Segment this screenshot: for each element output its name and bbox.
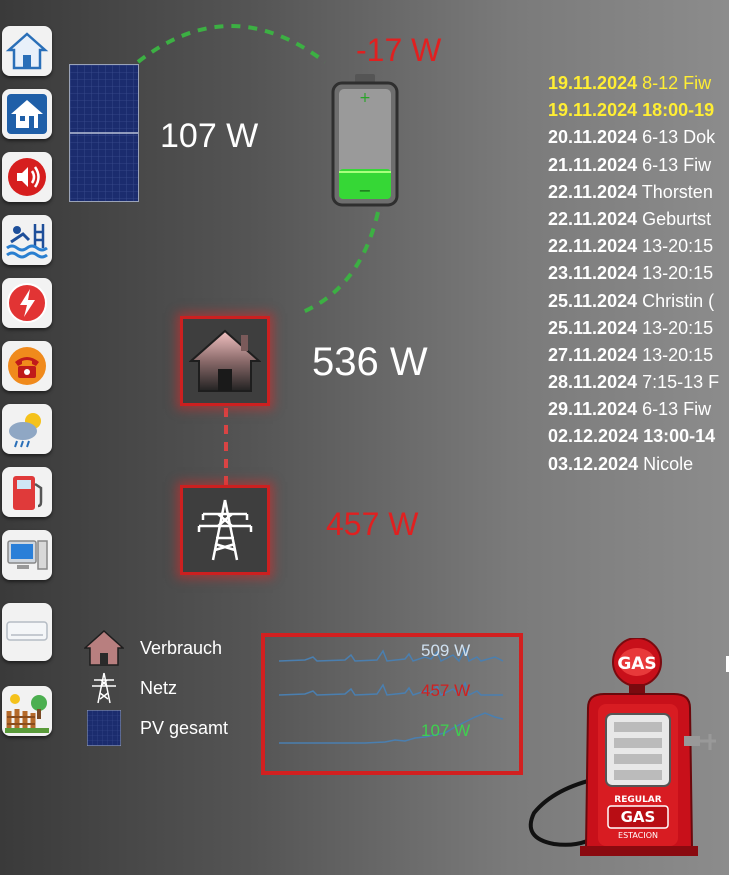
solar-panel [69, 64, 139, 202]
pv-spark-value: 107 W [421, 721, 471, 740]
pylon-small-icon [92, 672, 116, 704]
event-row: 25.11.2024 Christin ( [548, 288, 729, 315]
event-row: 22.11.2024 Thorsten [548, 179, 729, 206]
event-date: 29.11.2024 [548, 399, 638, 420]
legend-grid-label: Netz [140, 677, 178, 698]
legend-pv-label: PV gesamt [140, 717, 229, 738]
pylon-icon [197, 499, 253, 561]
battery: + − [330, 74, 400, 208]
event-row: 19.11.2024 8-12 Fiw [548, 70, 729, 97]
gas-pump: GAS REGULAR GAS ESTACION [524, 637, 724, 870]
event-row: 22.11.2024 13-20:15 [548, 233, 729, 260]
event-text: 8-12 Fiw [642, 73, 712, 93]
event-row: 20.11.2024 6-13 Dok [548, 124, 729, 151]
event-row: 21.11.2024 6-13 Fiw [548, 152, 729, 179]
house-power-value: 536 W [312, 340, 428, 384]
gas-sign-text: GAS [617, 654, 656, 674]
event-text: 18:00-19 [642, 100, 715, 121]
event-date: 19.11.2024 [548, 100, 638, 121]
event-text: 13-20:15 [642, 263, 714, 284]
event-row: 19.11.2024 18:00-19 [548, 97, 729, 124]
grid-spark-value: 457 W [421, 681, 471, 700]
gas-station-text: ESTACION [618, 831, 658, 840]
event-date: 27.11.2024 [548, 344, 638, 365]
sparkline-chart [278, 647, 504, 744]
event-date: 21.11.2024 [548, 154, 638, 175]
event-text: 6-13 Fiw [642, 154, 712, 175]
house-small-icon [84, 629, 124, 666]
event-row: 23.11.2024 13-20:15 [548, 260, 729, 287]
event-text: 7:15-13 F [642, 372, 720, 393]
legend-grid: Netz [84, 669, 177, 707]
event-date: 28.11.2024 [548, 372, 638, 393]
pv-battery-flow [136, 24, 327, 64]
legend-consumption: Verbrauch [84, 629, 222, 667]
event-date: 25.11.2024 [548, 290, 638, 311]
event-row: 29.11.2024 6-13 Fiw [548, 396, 729, 423]
svg-text:−: − [358, 181, 371, 200]
event-row: 03.12.2024 Nicole [548, 451, 729, 478]
event-row: 25.11.2024 13-20:15 [548, 315, 729, 342]
event-date: 25.11.2024 [548, 317, 638, 338]
event-date: 22.11.2024 [548, 181, 638, 202]
event-text: 6-13 Dok [642, 127, 716, 148]
event-date: 03.12.2024 [548, 453, 639, 474]
gas-label-text: GAS [621, 808, 656, 826]
event-text: Nicole [643, 453, 694, 474]
event-list: 19.11.2024 8-12 Fiw 19.11.2024 18:00-19 20… [548, 70, 729, 478]
battery-power-value: -17 W [356, 32, 442, 68]
event-date: 02.12.2024 [548, 426, 639, 447]
house-node[interactable] [180, 316, 270, 406]
event-text: Christin ( [642, 290, 715, 311]
consumption-spark-value: 509 W [421, 641, 471, 660]
event-row: 27.11.2024 13-20:15 [548, 342, 729, 369]
event-row: 22.11.2024 Geburtst [548, 206, 729, 233]
battery-icon: + − [331, 74, 399, 207]
solar-small-icon [87, 710, 121, 746]
event-text: 13-20:15 [642, 317, 714, 338]
event-text: 13-20:15 [642, 236, 714, 257]
event-text: 13-20:15 [642, 344, 714, 365]
svg-text:+: + [359, 90, 371, 106]
house-icon [189, 329, 261, 392]
grid-node[interactable] [180, 485, 270, 575]
legend-pv: PV gesamt [84, 709, 228, 747]
event-date: 22.11.2024 [548, 236, 638, 257]
gas-pump-icon: GAS REGULAR GAS ESTACION [528, 637, 716, 856]
gas-regular-text: REGULAR [614, 795, 661, 805]
event-text: Thorsten [641, 181, 713, 202]
event-date: 23.11.2024 [548, 263, 638, 284]
event-text: 6-13 Fiw [642, 399, 712, 420]
sparkline-box: 509 W 457 W 107 W [261, 633, 523, 775]
event-text: 13:00-14 [643, 426, 716, 447]
pv-power-value: 107 W [160, 117, 259, 155]
event-row: 28.11.2024 7:15-13 F [548, 369, 729, 396]
solar-panel-icon [70, 65, 138, 201]
battery-house-flow [297, 211, 380, 316]
event-date: 20.11.2024 [548, 127, 638, 148]
event-row: 02.12.2024 13:00-14 [548, 423, 729, 450]
event-date: 22.11.2024 [548, 208, 638, 229]
event-text: Geburtst [642, 208, 712, 229]
grid-power-value: 457 W [326, 506, 419, 542]
event-date: 19.11.2024 [548, 73, 638, 93]
legend-consumption-label: Verbrauch [140, 637, 223, 658]
